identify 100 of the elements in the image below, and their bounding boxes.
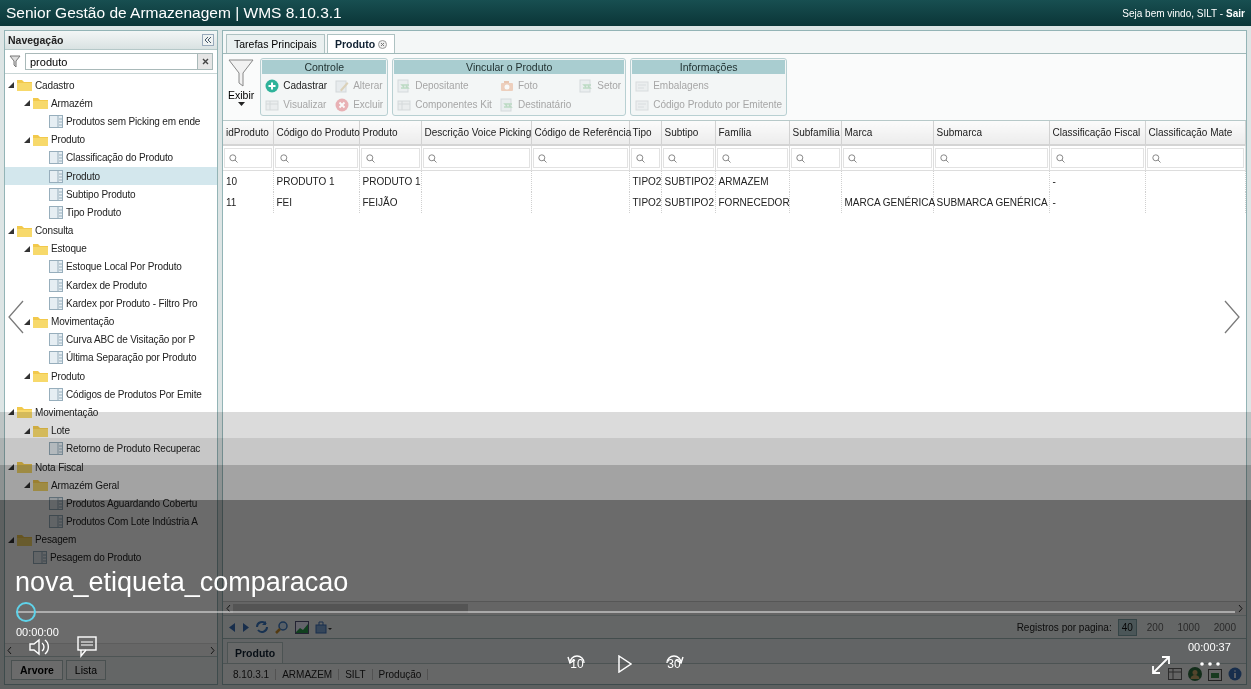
tree-item[interactable]: Produtos sem Picking em ende: [5, 112, 217, 131]
filter-field[interactable]: [790, 148, 840, 168]
column-header[interactable]: Subfamília: [789, 121, 841, 145]
filter-field[interactable]: [274, 148, 358, 168]
expand-triangle-icon[interactable]: [24, 100, 30, 107]
tree-item[interactable]: Códigos de Produtos Por Emite: [5, 385, 217, 404]
filter-field[interactable]: [842, 148, 932, 168]
next-icon[interactable]: [242, 622, 249, 632]
chevron-right-icon[interactable]: [1238, 605, 1243, 612]
collapse-button[interactable]: [202, 34, 214, 46]
tree-item[interactable]: Última Separação por Produto: [5, 348, 217, 367]
expand-triangle-icon[interactable]: [24, 373, 30, 380]
filter-field[interactable]: [422, 148, 530, 168]
column-header[interactable]: Classificação Mate: [1145, 121, 1246, 145]
close-circle-icon[interactable]: [378, 39, 388, 49]
chevron-right-icon[interactable]: [1224, 300, 1240, 334]
column-header[interactable]: Subtipo: [661, 121, 715, 145]
filter-field[interactable]: [1050, 148, 1144, 168]
progress-track[interactable]: [16, 602, 1235, 622]
progress-thumb[interactable]: [16, 602, 36, 622]
tree-item[interactable]: Produtos Com Lote Indústria A: [5, 512, 217, 531]
filter-field[interactable]: [224, 148, 272, 168]
skip-forward-button[interactable]: 30: [661, 652, 687, 680]
chevron-left-icon[interactable]: [7, 646, 12, 654]
expand-triangle-icon[interactable]: [8, 464, 14, 471]
skip-back-button[interactable]: 10: [564, 652, 590, 680]
expand-triangle-icon[interactable]: [8, 227, 14, 234]
tab[interactable]: Tarefas Principais: [226, 34, 325, 53]
expand-triangle-icon[interactable]: [24, 136, 30, 143]
info-icon[interactable]: [1228, 667, 1242, 681]
tree-item[interactable]: Curva ABC de Visitação por P: [5, 330, 217, 349]
toolbar-button[interactable]: Cadastrar: [265, 76, 328, 95]
expand-triangle-icon[interactable]: [8, 409, 14, 416]
tree-folder[interactable]: Armazém: [5, 94, 217, 113]
window-title: Senior Gestão de Armazenagem | WMS 8.10.3.1: [6, 4, 342, 22]
column-header[interactable]: Código do Produto: [273, 121, 359, 145]
chart-icon[interactable]: [295, 620, 309, 634]
tree-folder[interactable]: Consulta: [5, 221, 217, 240]
tree-folder[interactable]: Armazém Geral: [5, 476, 217, 495]
column-header[interactable]: Produto: [359, 121, 421, 145]
chevron-left-icon[interactable]: [8, 300, 24, 334]
tree-item[interactable]: Kardex de Produto: [5, 276, 217, 295]
tree-folder[interactable]: Movimentação: [5, 403, 217, 422]
export-icon[interactable]: [315, 620, 332, 634]
document-icon: [49, 169, 63, 183]
refresh-icon[interactable]: [255, 620, 269, 634]
chevron-right-icon[interactable]: [210, 646, 215, 654]
view-tab[interactable]: Arvore: [11, 660, 63, 680]
tree-folder[interactable]: Produto: [5, 367, 217, 386]
search-field[interactable]: produto: [25, 53, 197, 70]
logout-link[interactable]: Sair: [1226, 7, 1245, 19]
tree-folder[interactable]: Pesagem: [5, 530, 217, 549]
tree-folder[interactable]: Movimentação: [5, 312, 217, 331]
tree-item[interactable]: Subtipo Produto: [5, 185, 217, 204]
column-header[interactable]: Descrição Voice Picking: [421, 121, 531, 145]
column-header[interactable]: Classificação Fiscal: [1049, 121, 1145, 145]
column-header[interactable]: Marca: [841, 121, 933, 145]
expand-triangle-icon[interactable]: [24, 482, 30, 489]
column-header[interactable]: idProduto: [223, 121, 273, 145]
tree-item[interactable]: Classificação do Produto: [5, 148, 217, 167]
filter-field[interactable]: [360, 148, 420, 168]
user-avatar-icon[interactable]: [1188, 667, 1202, 681]
tree-item[interactable]: Estoque Local Por Produto: [5, 257, 217, 277]
tree-folder[interactable]: Nota Fiscal: [5, 457, 217, 477]
tree-item[interactable]: Produtos Aguardando Cobertu: [5, 494, 217, 513]
tab[interactable]: Produto: [326, 34, 396, 53]
expand-triangle-icon[interactable]: [24, 318, 30, 325]
tree-item[interactable]: Kardex por Produto - Filtro Pro: [5, 294, 217, 313]
expand-triangle-icon[interactable]: [24, 245, 30, 252]
expand-triangle-icon[interactable]: [24, 427, 30, 434]
tree-item[interactable]: Tipo Produto: [5, 203, 217, 222]
zoom-icon[interactable]: [275, 620, 289, 634]
view-tab[interactable]: Lista: [65, 660, 107, 680]
filter-field[interactable]: [1146, 148, 1244, 168]
tree-item[interactable]: Retorno de Produto Recuperac: [5, 439, 217, 458]
expand-triangle-icon[interactable]: [8, 82, 14, 89]
tree-item[interactable]: Produto: [5, 166, 217, 186]
clear-button[interactable]: [197, 53, 213, 70]
chevron-left-icon[interactable]: [226, 605, 231, 612]
previous-icon[interactable]: [229, 622, 236, 632]
filter-field[interactable]: [662, 148, 714, 168]
filter-field[interactable]: [532, 148, 628, 168]
search-icon: [795, 153, 805, 163]
tree-folder[interactable]: Lote: [5, 421, 217, 440]
view-menu-button[interactable]: Exibir: [226, 58, 257, 116]
tree-folder[interactable]: Cadastro: [5, 76, 217, 95]
tree-folder[interactable]: Estoque: [5, 239, 217, 258]
filter-field[interactable]: [630, 148, 660, 168]
captions-button[interactable]: [77, 636, 97, 661]
column-header[interactable]: Família: [715, 121, 789, 145]
play-button[interactable]: [618, 655, 632, 676]
group-title: Controle: [262, 60, 387, 74]
scrollbar-thumb[interactable]: [233, 604, 468, 613]
tree-folder[interactable]: Produto: [5, 130, 217, 149]
table-cell: MARCA GENÉRICA: [841, 192, 933, 213]
table-cell: 10: [223, 170, 273, 192]
column-header[interactable]: Submarca: [933, 121, 1049, 145]
filter-field[interactable]: [716, 148, 788, 168]
filter-field[interactable]: [934, 148, 1048, 168]
tree-item[interactable]: Pesagem do Produto: [5, 548, 217, 568]
